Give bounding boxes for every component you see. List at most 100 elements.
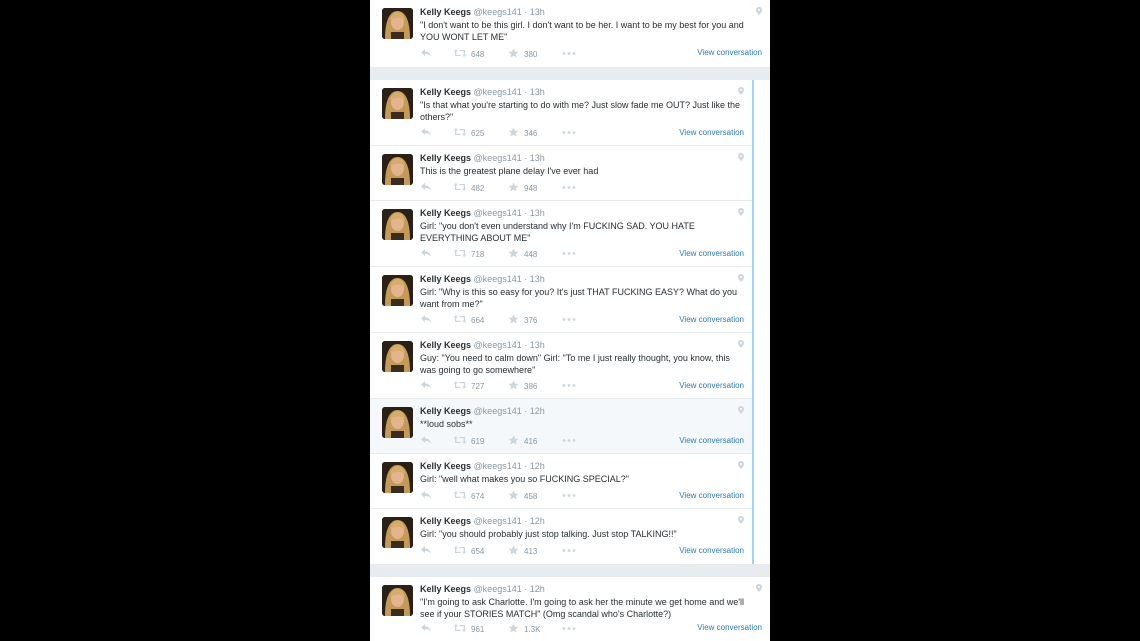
- display-name[interactable]: Kelly Keegs: [420, 340, 471, 350]
- timestamp[interactable]: 12h: [530, 584, 545, 594]
- display-name[interactable]: Kelly Keegs: [420, 153, 471, 163]
- retweet-icon[interactable]: [453, 490, 467, 500]
- avatar[interactable]: [382, 275, 413, 306]
- avatar[interactable]: [382, 209, 413, 240]
- star-icon[interactable]: [508, 248, 519, 258]
- avatar[interactable]: [382, 517, 413, 548]
- display-name[interactable]: Kelly Keegs: [420, 584, 471, 594]
- retweet-icon[interactable]: [453, 623, 467, 633]
- display-name[interactable]: Kelly Keegs: [420, 516, 471, 526]
- star-icon[interactable]: [508, 435, 519, 445]
- avatar[interactable]: [382, 341, 413, 372]
- timestamp[interactable]: 13h: [530, 208, 545, 218]
- username[interactable]: @keegs141: [474, 208, 522, 218]
- timestamp[interactable]: 13h: [530, 340, 545, 350]
- reply-icon[interactable]: [420, 435, 432, 445]
- display-name[interactable]: Kelly Keegs: [420, 7, 471, 17]
- retweet-icon[interactable]: [453, 182, 467, 192]
- username[interactable]: @keegs141: [474, 406, 522, 416]
- location-pin-icon[interactable]: [756, 7, 762, 15]
- timestamp[interactable]: 12h: [530, 516, 545, 526]
- location-pin-icon[interactable]: [738, 87, 744, 95]
- reply-icon[interactable]: [420, 623, 432, 633]
- star-icon[interactable]: [508, 127, 519, 137]
- view-conversation-link[interactable]: View conversation: [679, 436, 744, 445]
- location-pin-icon[interactable]: [738, 274, 744, 282]
- tweet[interactable]: Kelly Keegs @keegs141 · 13h "I don't wan…: [370, 0, 770, 67]
- more-icon[interactable]: [562, 435, 576, 445]
- more-icon[interactable]: [562, 623, 576, 633]
- reply-icon[interactable]: [420, 248, 432, 258]
- reply-icon[interactable]: [420, 182, 432, 192]
- username[interactable]: @keegs141: [474, 340, 522, 350]
- tweet[interactable]: Kelly Keegs @keegs141 · 13h This is the …: [370, 146, 752, 201]
- location-pin-icon[interactable]: [738, 461, 744, 469]
- username[interactable]: @keegs141: [474, 153, 522, 163]
- avatar[interactable]: [382, 8, 413, 39]
- reply-icon[interactable]: [420, 545, 432, 555]
- star-icon[interactable]: [508, 623, 519, 633]
- retweet-icon[interactable]: [453, 48, 467, 58]
- view-conversation-link[interactable]: View conversation: [679, 381, 744, 390]
- location-pin-icon[interactable]: [738, 340, 744, 348]
- tweet[interactable]: Kelly Keegs @keegs141 · 13h "Is that wha…: [370, 80, 752, 146]
- view-conversation-link[interactable]: View conversation: [679, 491, 744, 500]
- retweet-icon[interactable]: [453, 127, 467, 137]
- timestamp[interactable]: 13h: [530, 87, 545, 97]
- username[interactable]: @keegs141: [474, 7, 522, 17]
- view-conversation-link[interactable]: View conversation: [679, 315, 744, 324]
- tweet[interactable]: Kelly Keegs @keegs141 · 13h Guy: "You ne…: [370, 333, 752, 399]
- more-icon[interactable]: [562, 490, 576, 500]
- star-icon[interactable]: [508, 380, 519, 390]
- more-icon[interactable]: [562, 380, 576, 390]
- timestamp[interactable]: 13h: [530, 153, 545, 163]
- display-name[interactable]: Kelly Keegs: [420, 87, 471, 97]
- avatar[interactable]: [382, 407, 413, 438]
- view-conversation-link[interactable]: View conversation: [679, 546, 744, 555]
- reply-icon[interactable]: [420, 380, 432, 390]
- more-icon[interactable]: [562, 182, 576, 192]
- more-icon[interactable]: [562, 127, 576, 137]
- avatar[interactable]: [382, 585, 413, 616]
- tweet[interactable]: Kelly Keegs @keegs141 · 12h "I'm going t…: [370, 577, 770, 641]
- username[interactable]: @keegs141: [474, 584, 522, 594]
- location-pin-icon[interactable]: [738, 153, 744, 161]
- tweet[interactable]: Kelly Keegs @keegs141 · 12h Girl: "you s…: [370, 509, 752, 564]
- view-conversation-link[interactable]: View conversation: [679, 128, 744, 137]
- retweet-icon[interactable]: [453, 314, 467, 324]
- star-icon[interactable]: [508, 48, 519, 58]
- display-name[interactable]: Kelly Keegs: [420, 208, 471, 218]
- more-icon[interactable]: [562, 314, 576, 324]
- tweet[interactable]: Kelly Keegs @keegs141 · 13h Girl: "Why i…: [370, 267, 752, 333]
- retweet-icon[interactable]: [453, 435, 467, 445]
- reply-icon[interactable]: [420, 127, 432, 137]
- view-conversation-link[interactable]: View conversation: [697, 48, 762, 57]
- star-icon[interactable]: [508, 314, 519, 324]
- location-pin-icon[interactable]: [738, 406, 744, 414]
- display-name[interactable]: Kelly Keegs: [420, 461, 471, 471]
- reply-icon[interactable]: [420, 48, 432, 58]
- location-pin-icon[interactable]: [738, 208, 744, 216]
- view-conversation-link[interactable]: View conversation: [697, 623, 762, 632]
- star-icon[interactable]: [508, 545, 519, 555]
- username[interactable]: @keegs141: [474, 274, 522, 284]
- avatar[interactable]: [382, 462, 413, 493]
- display-name[interactable]: Kelly Keegs: [420, 406, 471, 416]
- username[interactable]: @keegs141: [474, 516, 522, 526]
- star-icon[interactable]: [508, 490, 519, 500]
- username[interactable]: @keegs141: [474, 87, 522, 97]
- location-pin-icon[interactable]: [756, 584, 762, 592]
- star-icon[interactable]: [508, 182, 519, 192]
- retweet-icon[interactable]: [453, 380, 467, 390]
- timestamp[interactable]: 12h: [530, 461, 545, 471]
- timestamp[interactable]: 13h: [530, 274, 545, 284]
- retweet-icon[interactable]: [453, 545, 467, 555]
- location-pin-icon[interactable]: [738, 516, 744, 524]
- tweet[interactable]: Kelly Keegs @keegs141 · 12h **loud sobs*…: [370, 399, 752, 454]
- reply-icon[interactable]: [420, 490, 432, 500]
- more-icon[interactable]: [562, 248, 576, 258]
- reply-icon[interactable]: [420, 314, 432, 324]
- view-conversation-link[interactable]: View conversation: [679, 249, 744, 258]
- timestamp[interactable]: 12h: [530, 406, 545, 416]
- avatar[interactable]: [382, 88, 413, 119]
